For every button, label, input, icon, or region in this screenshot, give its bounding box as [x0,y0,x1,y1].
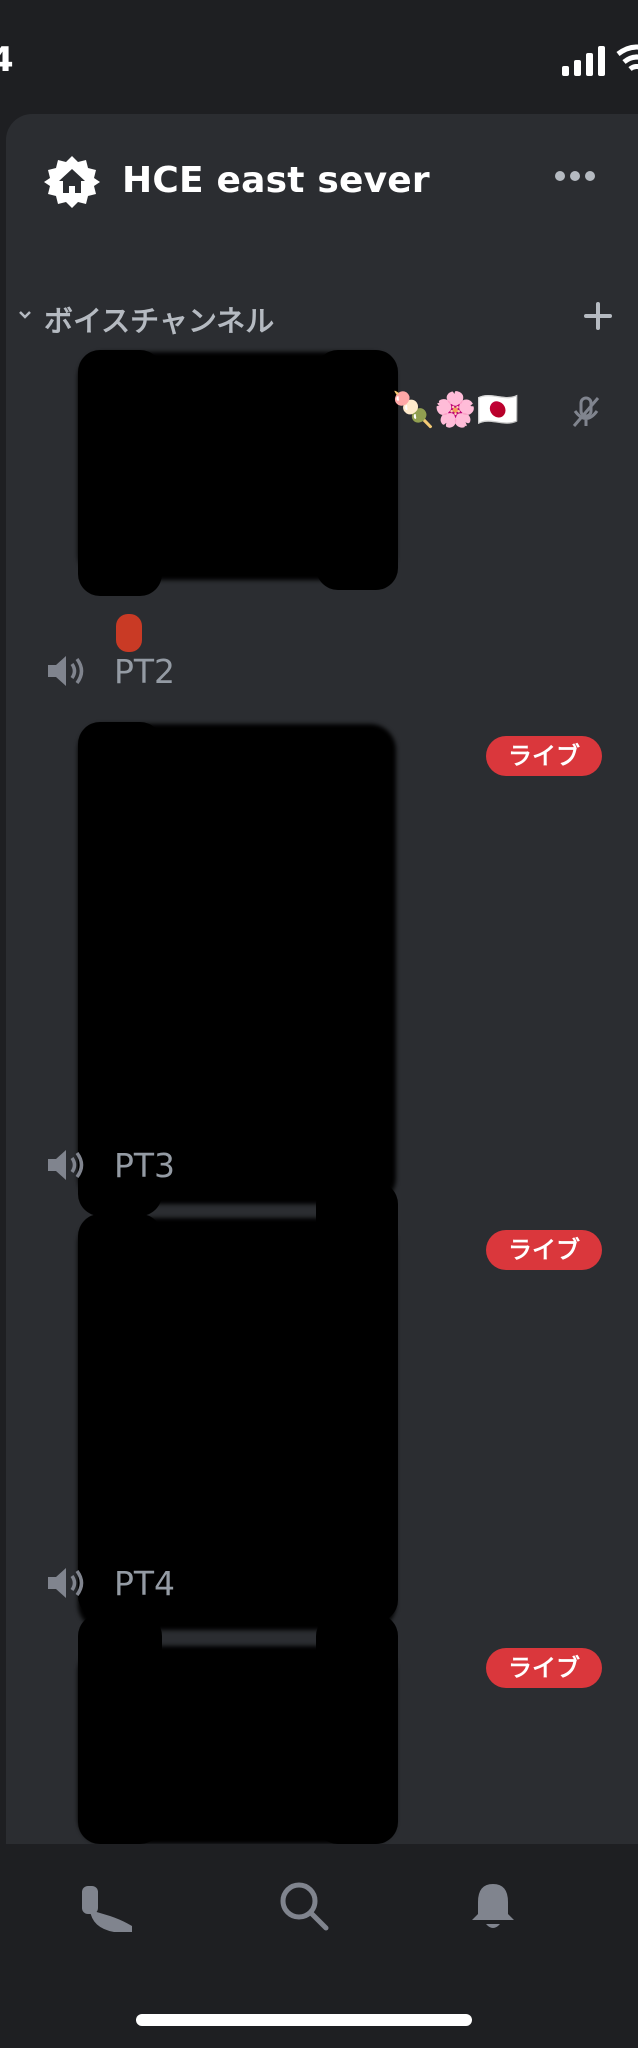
cellular-signal-icon [562,46,605,76]
add-channel-icon[interactable] [582,300,614,332]
server-header[interactable]: HCE east sever [6,114,638,244]
server-name: HCE east sever [122,160,430,201]
home-icon [44,156,100,208]
channel-name: PT2 [114,652,176,691]
mute-icon [572,396,600,427]
status-bar: 4 [0,0,638,110]
search-icon[interactable] [278,1880,330,1932]
voice-home-icon[interactable] [80,1880,136,1936]
wifi-icon [616,44,638,72]
voice-channel-pt4[interactable]: PT4 [6,1558,638,1608]
channel-name: PT3 [114,1146,176,1185]
chevron-down-icon [19,311,31,319]
status-time: 4 [0,40,14,80]
voice-channel-pt3[interactable]: PT3 [6,1140,638,1190]
home-indicator[interactable] [136,2014,472,2026]
category-label: ボイスチャンネル [44,304,275,338]
user-emoji-tags: 🍡🌸🇯🇵 [392,390,520,430]
voice-channel-pt2[interactable]: PT2 [6,646,638,696]
channel-name: PT4 [114,1564,176,1603]
bell-icon[interactable] [468,1880,518,1932]
live-badge: ライブ [486,1230,602,1270]
speaker-icon [48,656,84,686]
live-badge: ライブ [486,1648,602,1688]
speaker-icon [48,1150,84,1180]
live-badge: ライブ [486,736,602,776]
channel-panel: HCE east sever ボイスチャンネル 🍡🌸🇯🇵 PT2 ライブ PT3… [6,114,638,1844]
speaker-icon [48,1568,84,1598]
more-options-icon[interactable] [554,170,596,182]
bottom-navigation [0,1844,638,2048]
voice-channel-category[interactable]: ボイスチャンネル [6,290,638,340]
